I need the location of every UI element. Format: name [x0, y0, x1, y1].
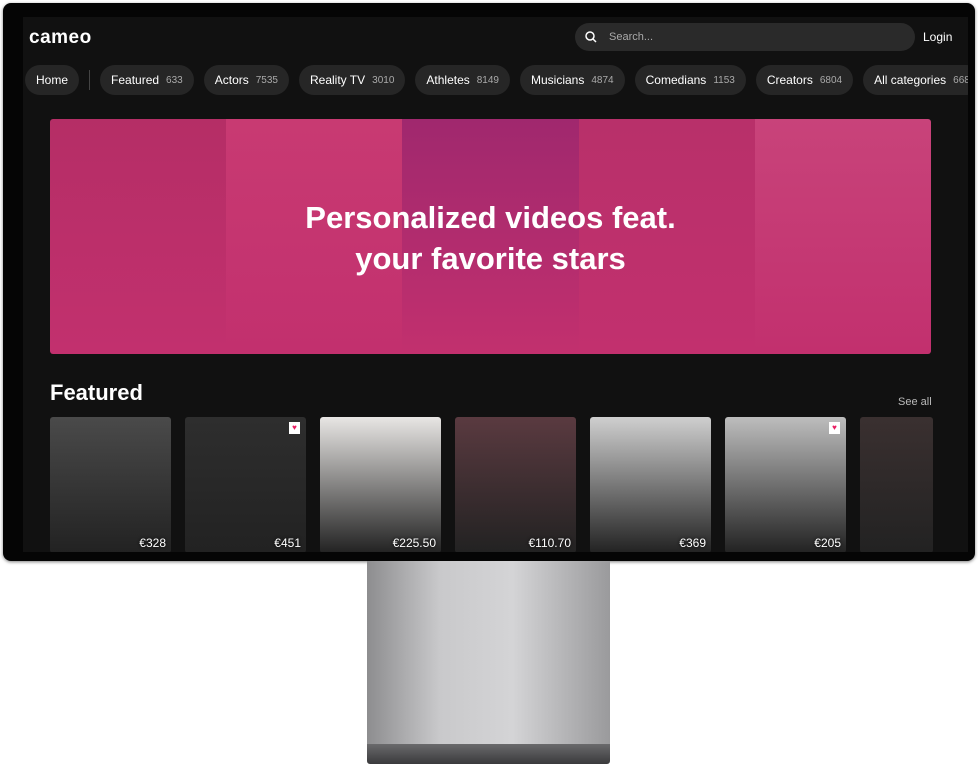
monitor-base — [367, 744, 610, 764]
login-button[interactable]: Login — [923, 30, 952, 44]
category-chip[interactable]: Comedians 1153 — [634, 65, 746, 95]
celebrity-card[interactable] — [860, 417, 933, 552]
category-chip[interactable]: All categories 668 — [863, 65, 968, 95]
hero-line-1: Personalized videos feat. — [305, 200, 676, 235]
search-placeholder: Search... — [609, 31, 654, 43]
heart-flag-icon: ♥ — [829, 422, 840, 434]
card-price: €369 — [679, 536, 706, 550]
category-count: 668 — [953, 74, 968, 86]
category-count: 8149 — [476, 74, 499, 86]
category-label: Featured — [111, 73, 160, 87]
featured-cards: €328 ♥ €451 €225.50 €110.70 €369 ♥ €205 — [50, 417, 933, 552]
card-price: €205 — [814, 536, 841, 550]
celebrity-card[interactable]: €110.70 — [455, 417, 576, 552]
category-chip[interactable]: Athletes 8149 — [415, 65, 510, 95]
category-label: Musicians — [531, 73, 585, 87]
category-chip[interactable]: Featured 633 — [100, 65, 194, 95]
category-count: 1153 — [713, 74, 735, 86]
category-label: Creators — [766, 73, 813, 87]
category-label: Athletes — [426, 73, 470, 87]
category-count: 4874 — [591, 74, 614, 86]
category-label: Actors — [214, 73, 249, 87]
card-price: €328 — [139, 536, 166, 550]
category-label: All categories — [874, 73, 947, 87]
divider — [89, 70, 91, 90]
category-count: 7535 — [255, 74, 278, 86]
category-count: 6804 — [819, 74, 843, 86]
search-input[interactable]: Search... — [575, 23, 915, 51]
category-chip[interactable]: Actors 7535 — [203, 65, 289, 95]
celebrity-card[interactable]: €369 — [590, 417, 711, 552]
category-label: Reality TV — [310, 73, 366, 87]
hero-banner[interactable]: Personalized videos feat. your favorite s… — [50, 119, 931, 354]
category-label: Comedians — [645, 73, 707, 87]
category-count: 3010 — [372, 74, 395, 86]
category-label: Home — [36, 73, 69, 87]
celebrity-card[interactable]: ♥ €205 — [725, 417, 846, 552]
celebrity-card[interactable]: €225.50 — [320, 417, 441, 552]
category-chip[interactable]: Home — [25, 65, 80, 95]
hero-line-2: your favorite stars — [355, 241, 626, 276]
see-all-link[interactable]: See all — [898, 396, 932, 408]
card-price: €110.70 — [528, 536, 572, 550]
category-count: 633 — [166, 74, 183, 86]
heart-flag-icon: ♥ — [289, 422, 300, 434]
monitor-stand — [367, 561, 610, 744]
featured-heading: Featured — [50, 380, 143, 405]
celebrity-card[interactable]: €328 — [50, 417, 171, 552]
card-price: €225.50 — [392, 536, 436, 550]
category-chip[interactable]: Musicians 4874 — [520, 65, 625, 95]
search-icon — [585, 31, 597, 43]
category-bar: Home Featured 633 Actors 7535 Reality TV 3010 A… — [25, 65, 968, 95]
card-price: €451 — [274, 536, 301, 550]
screen: cameo Search... Login Home Featured 633 Act… — [23, 17, 968, 552]
monitor-bezel: cameo Search... Login Home Featured 633 Act… — [3, 3, 975, 561]
cameo-logo[interactable]: cameo — [29, 27, 92, 49]
celebrity-card[interactable]: ♥ €451 — [185, 417, 306, 552]
hero-title: Personalized videos feat. your favorite s… — [50, 197, 931, 279]
category-chip[interactable]: Reality TV 3010 — [299, 65, 406, 95]
category-chip[interactable]: Creators 6804 — [755, 65, 854, 95]
